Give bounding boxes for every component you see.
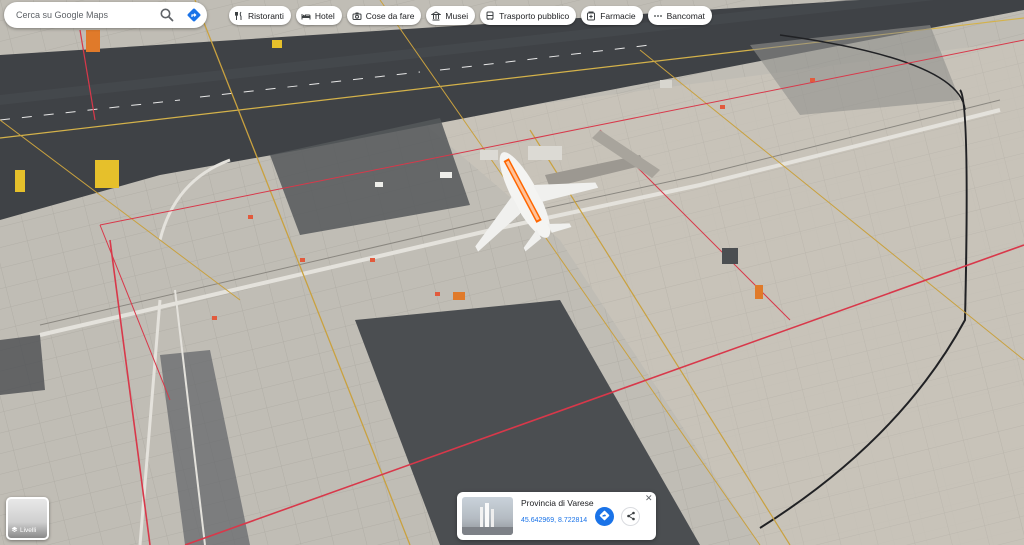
chip-cose-da-fare[interactable]: Cose da fare [346,6,422,25]
layers-icon [11,526,18,535]
directions-icon[interactable] [186,7,202,23]
place-title: Provincia di Varese [521,498,594,508]
pharmacy-icon [586,11,596,21]
chip-musei[interactable]: Musei [426,6,476,25]
fork-knife-icon [234,11,244,21]
layers-button[interactable]: Livelli [6,497,49,540]
bed-icon [301,11,311,21]
close-icon[interactable]: ✕ [645,493,653,504]
share-icon [626,508,636,526]
place-coordinates[interactable]: 45.642969, 8.722814 [521,517,587,524]
place-card: Provincia di Varese 45.642969, 8.722814 … [457,492,656,540]
chip-bancomat[interactable]: Bancomat [647,6,712,25]
directions-arrow-icon [599,508,610,526]
chip-trasporto-pubblico[interactable]: Trasporto pubblico [480,6,577,25]
satellite-map[interactable] [0,0,1024,545]
search-input[interactable] [16,10,156,20]
share-button[interactable] [621,507,640,526]
bus-icon [485,11,495,21]
chip-ristoranti[interactable]: Ristoranti [229,6,291,25]
museum-icon [430,10,443,21]
camera-icon [352,11,362,21]
search-icon[interactable] [159,7,175,23]
place-thumbnail[interactable] [462,497,513,535]
category-chips: Ristoranti Hotel Cose da fare Musei Tras… [229,6,712,25]
chip-hotel[interactable]: Hotel [295,6,342,25]
more-dots-icon [653,11,663,21]
directions-button[interactable] [595,507,614,526]
search-box [4,2,207,28]
layers-label: Livelli [20,527,37,534]
chip-farmacie[interactable]: Farmacie [581,6,643,25]
